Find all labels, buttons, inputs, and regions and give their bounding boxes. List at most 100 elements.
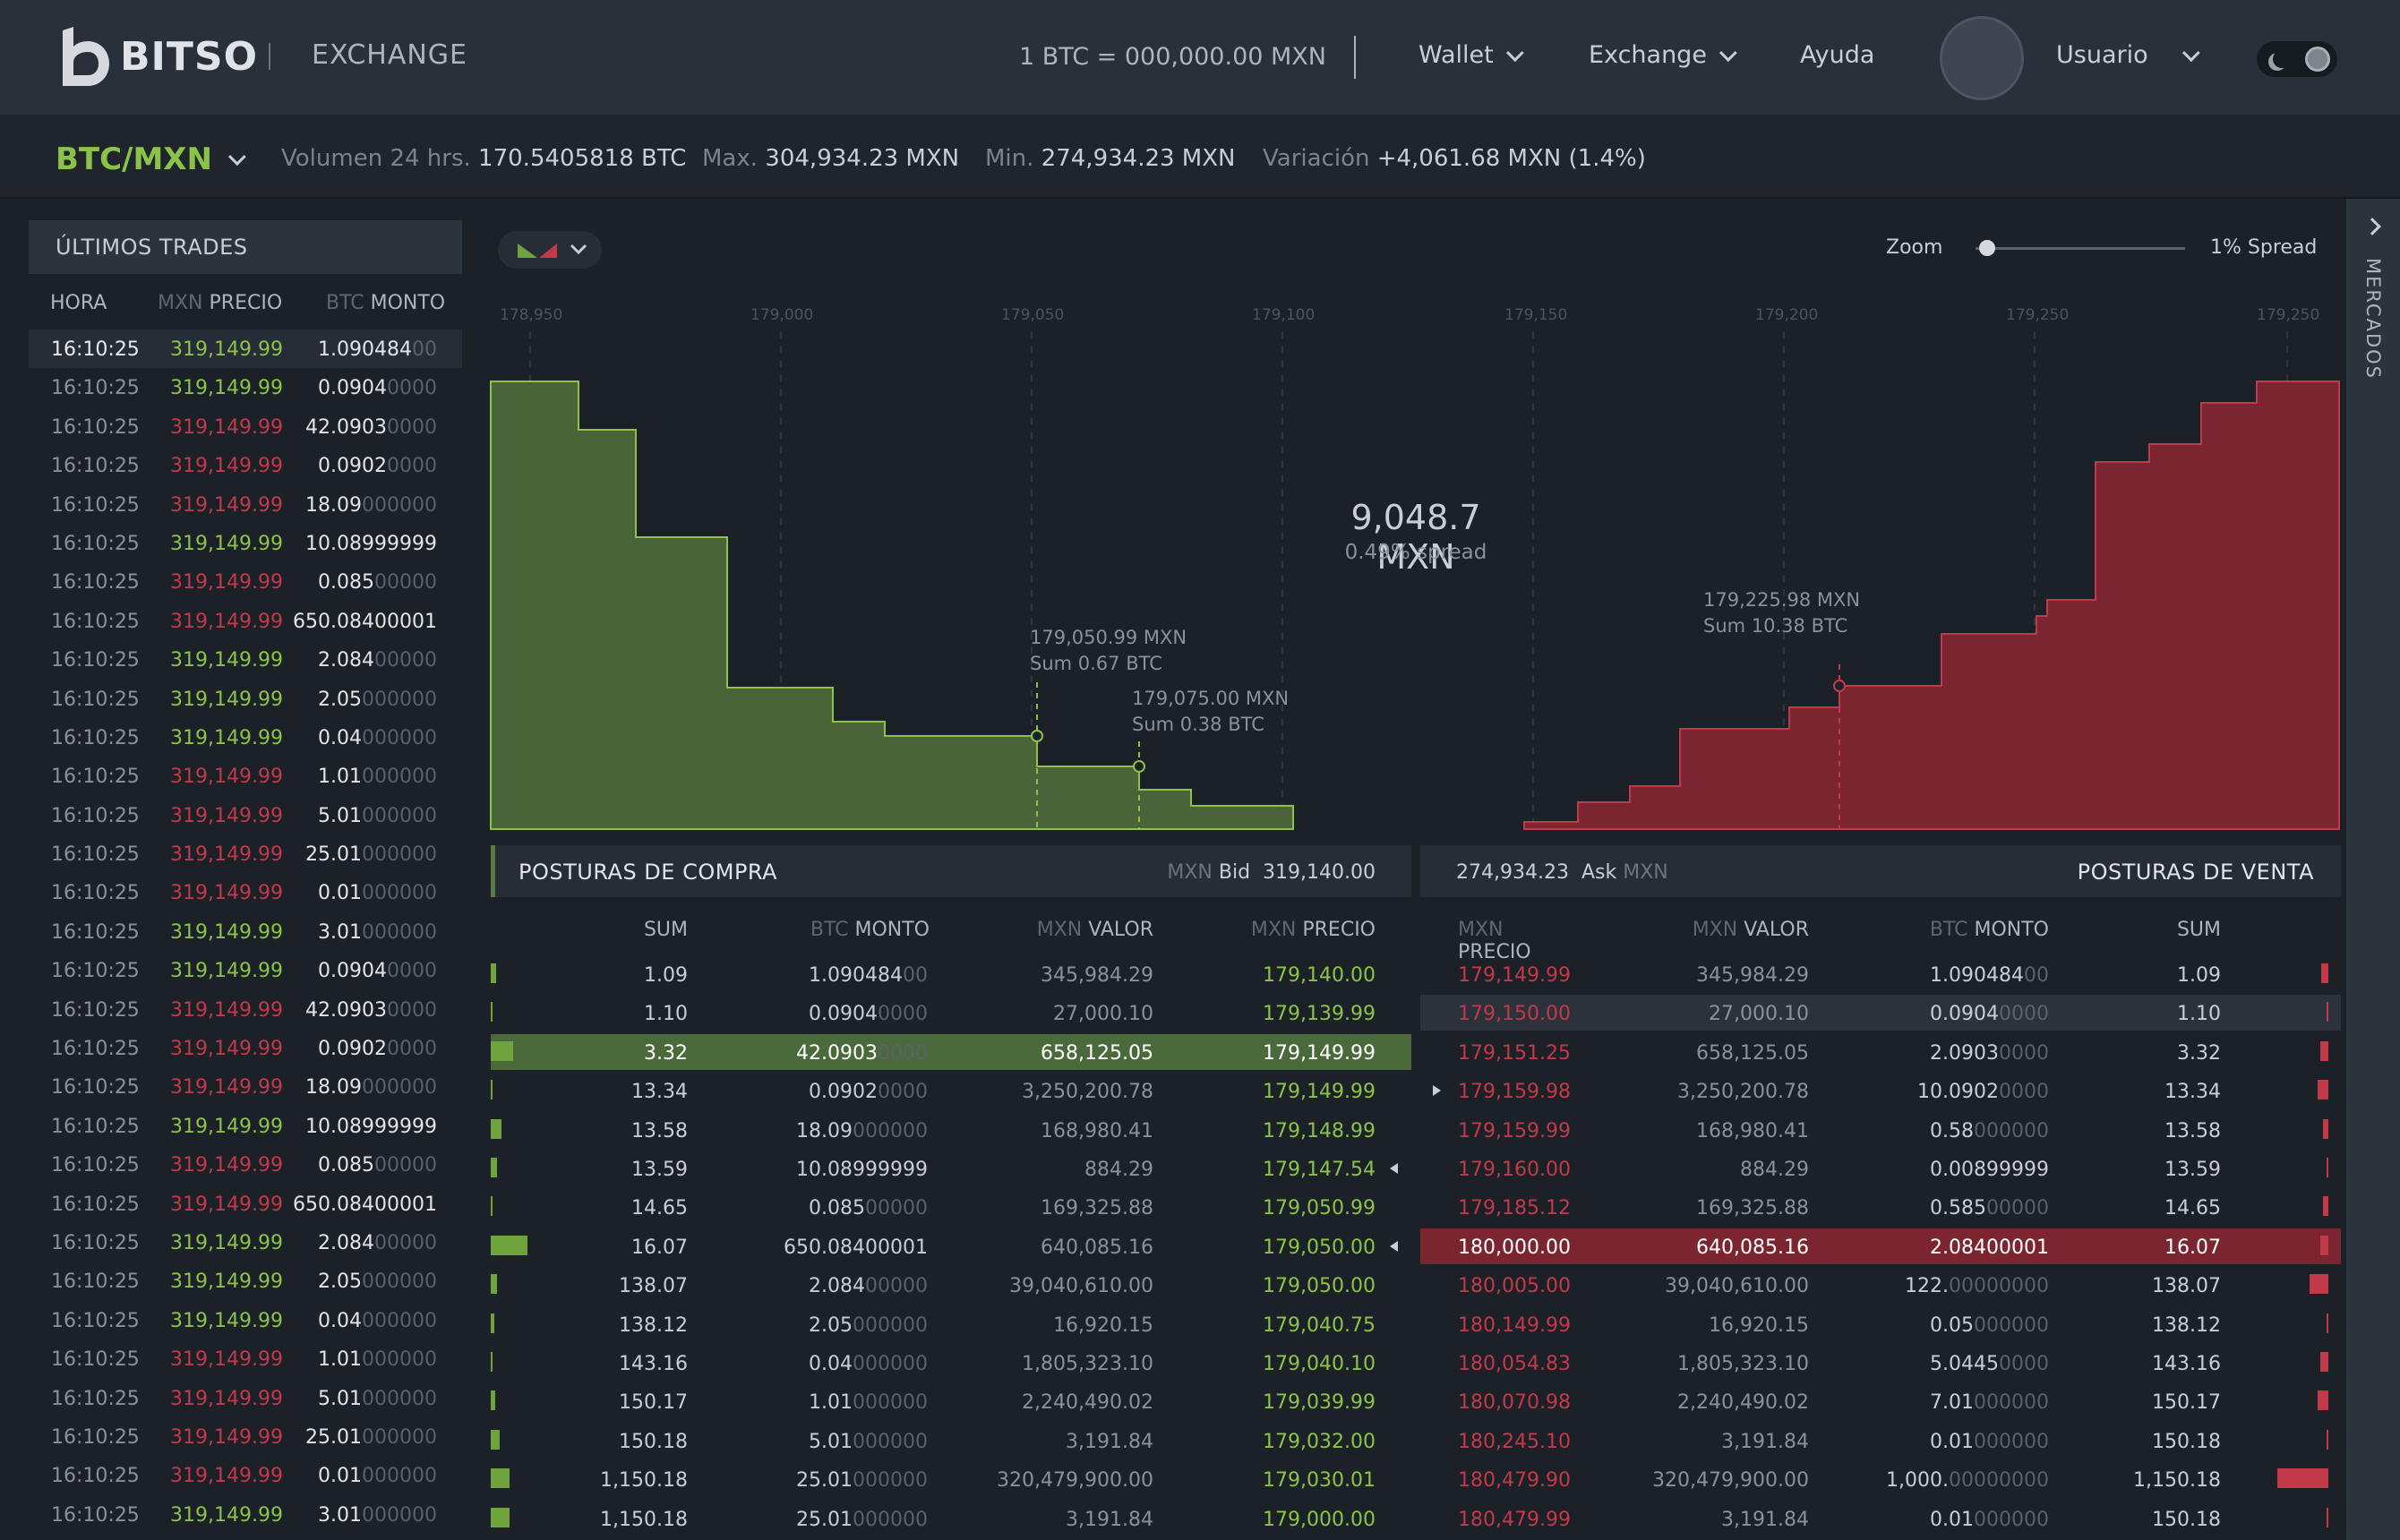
order-value: 884.29 bbox=[1084, 1159, 1153, 1181]
sell-order-row[interactable]: 179,159.99 168,980.41 0.58000000 13.58 bbox=[1420, 1112, 2341, 1148]
amount-digits: 0.0904 bbox=[318, 377, 387, 400]
trade-row[interactable]: 16:10:25 319,149.99 3.01000000 bbox=[29, 912, 462, 951]
trade-row[interactable]: 16:10:25 319,149.99 18.09000000 bbox=[29, 485, 462, 524]
sell-order-row[interactable]: 180,000.00 640,085.16 2.08400001 16.07 bbox=[1420, 1228, 2341, 1264]
trade-time: 16:10:25 bbox=[51, 338, 140, 361]
chart-type-toggle[interactable] bbox=[498, 231, 602, 269]
exchange-menu[interactable]: Exchange bbox=[1589, 41, 1737, 69]
trade-row[interactable]: 16:10:25 319,149.99 25.01000000 bbox=[29, 834, 462, 873]
buy-order-row[interactable]: 1.09 1.09048400 345,984.29 179,140.00 bbox=[491, 956, 1411, 992]
trade-row[interactable]: 16:10:25 319,149.99 1.01000000 bbox=[29, 1339, 462, 1378]
trade-time: 16:10:25 bbox=[51, 455, 140, 478]
user-menu[interactable]: Usuario bbox=[2056, 41, 2200, 69]
trade-row[interactable]: 16:10:25 319,149.99 0.08500000 bbox=[29, 562, 462, 601]
trade-row[interactable]: 16:10:25 319,149.99 10.08999999 bbox=[29, 1107, 462, 1145]
trade-row[interactable]: 16:10:25 319,149.99 2.08400000 bbox=[29, 1223, 462, 1262]
trade-time: 16:10:25 bbox=[51, 532, 140, 555]
sell-order-row[interactable]: 180,005.00 39,040,610.00 122.00000000 138.0… bbox=[1420, 1267, 2341, 1303]
sell-order-row[interactable]: 180,479.90 320,479,900.00 1,000.00000000 1,… bbox=[1420, 1461, 2341, 1497]
sell-order-row[interactable]: 180,245.10 3,191.84 0.01000000 150.18 bbox=[1420, 1423, 2341, 1459]
trade-row[interactable]: 16:10:25 319,149.99 25.01000000 bbox=[29, 1417, 462, 1456]
col-label: PRECIO bbox=[1302, 919, 1376, 941]
trade-row[interactable]: 16:10:25 319,149.99 2.08400000 bbox=[29, 640, 462, 679]
order-sum: 1.09 bbox=[644, 964, 688, 987]
trade-row[interactable]: 16:10:25 319,149.99 0.08500000 bbox=[29, 1145, 462, 1184]
buy-order-row[interactable]: 138.12 2.05000000 16,920.15 179,040.75 bbox=[491, 1306, 1411, 1342]
ask-marker-point bbox=[1833, 680, 1846, 692]
trade-row[interactable]: 16:10:25 319,149.99 42.09030000 bbox=[29, 407, 462, 446]
trade-time: 16:10:25 bbox=[51, 920, 140, 944]
trade-row[interactable]: 16:10:25 319,149.99 10.08999999 bbox=[29, 524, 462, 562]
sell-order-row[interactable]: 180,054.83 1,805,323.10 5.04450000 143.16 bbox=[1420, 1345, 2341, 1381]
bitso-logo[interactable]: BITSO bbox=[57, 27, 258, 86]
zoom-slider-handle[interactable] bbox=[1978, 240, 1995, 256]
sell-order-row[interactable]: 179,151.25 658,125.05 2.09030000 3.32 bbox=[1420, 1034, 2341, 1070]
trade-row[interactable]: 16:10:25 319,149.99 5.01000000 bbox=[29, 1379, 462, 1417]
avatar[interactable] bbox=[1940, 16, 2024, 100]
amount-zeros: 000000 bbox=[362, 1387, 437, 1410]
trade-row[interactable]: 16:10:25 319,149.99 0.09020000 bbox=[29, 446, 462, 484]
sell-order-row[interactable]: 179,160.00 884.29 0.00899999 13.59 bbox=[1420, 1151, 2341, 1186]
order-amount: 650.08400001 bbox=[784, 1236, 928, 1259]
order-value: 168,980.41 bbox=[1696, 1119, 1809, 1142]
help-link[interactable]: Ayuda bbox=[1800, 41, 1874, 69]
trade-row[interactable]: 16:10:25 319,149.99 1.09048400 bbox=[29, 329, 462, 369]
trade-row[interactable]: 16:10:25 319,149.99 2.05000000 bbox=[29, 680, 462, 718]
sell-order-row[interactable]: 180,149.99 16,920.15 0.05000000 138.12 bbox=[1420, 1306, 2341, 1342]
trade-row[interactable]: 16:10:25 319,149.99 2.05000000 bbox=[29, 1262, 462, 1300]
buy-order-row[interactable]: 13.58 18.09000000 168,980.41 179,148.99 bbox=[491, 1112, 1411, 1148]
buy-order-row[interactable]: 150.17 1.01000000 2,240,490.02 179,039.99 bbox=[491, 1383, 1411, 1419]
amount-zeros: 00 bbox=[2024, 964, 2049, 987]
trade-row[interactable]: 16:10:25 319,149.99 0.04000000 bbox=[29, 1301, 462, 1339]
trade-row[interactable]: 16:10:25 319,149.99 0.09020000 bbox=[29, 1029, 462, 1067]
buy-order-row[interactable]: 138.07 2.08400000 39,040,610.00 179,050.00 bbox=[491, 1267, 1411, 1303]
theme-toggle[interactable] bbox=[2257, 41, 2337, 77]
trade-price: 319,149.99 bbox=[170, 1038, 283, 1061]
trade-row[interactable]: 16:10:25 319,149.99 650.08400001 bbox=[29, 1185, 462, 1223]
trade-amount: 10.08999999 bbox=[305, 1116, 437, 1138]
trade-row[interactable]: 16:10:25 319,149.99 0.01000000 bbox=[29, 1456, 462, 1494]
trade-row[interactable]: 16:10:25 319,149.99 0.04000000 bbox=[29, 718, 462, 757]
buy-order-row[interactable]: 16.07 650.08400001 640,085.16 179,050.00 bbox=[491, 1228, 1411, 1264]
buy-order-row[interactable]: 13.34 0.09020000 3,250,200.78 179,149.99 bbox=[491, 1073, 1411, 1108]
trade-row[interactable]: 16:10:25 319,149.99 3.01000000 bbox=[29, 1495, 462, 1534]
sell-order-row[interactable]: 180,070.98 2,240,490.02 7.01000000 150.17 bbox=[1420, 1383, 2341, 1419]
order-amount: 7.01000000 bbox=[1930, 1391, 2049, 1414]
sell-order-row[interactable]: 179,150.00 27,000.10 0.09040000 1.10 bbox=[1420, 995, 2341, 1031]
trade-row[interactable]: 16:10:25 319,149.99 650.08400001 bbox=[29, 602, 462, 640]
pair-selector[interactable]: BTC/MXN bbox=[56, 141, 246, 177]
trade-amount: 0.09040000 bbox=[318, 960, 437, 982]
trade-row[interactable]: 16:10:25 319,149.99 1.01000000 bbox=[29, 757, 462, 795]
buy-order-row[interactable]: 14.65 0.08500000 169,325.88 179,050.99 bbox=[491, 1189, 1411, 1225]
markets-tab[interactable]: MERCADOS bbox=[2346, 199, 2400, 1540]
wallet-menu[interactable]: Wallet bbox=[1419, 41, 1524, 69]
sell-order-row[interactable]: 179,149.99 345,984.29 1.09048400 1.09 bbox=[1420, 956, 2341, 992]
trade-row[interactable]: 16:10:25 319,149.99 42.09030000 bbox=[29, 990, 462, 1029]
buy-order-row[interactable]: 13.59 10.08999999 884.29 179,147.54 bbox=[491, 1151, 1411, 1186]
currency-label: BTC bbox=[326, 292, 364, 314]
buy-order-row[interactable]: 3.32 42.09030000 658,125.05 179,149.99 bbox=[491, 1033, 1411, 1070]
trade-row[interactable]: 16:10:25 319,149.99 5.01000000 bbox=[29, 796, 462, 834]
trade-row[interactable]: 16:10:25 319,149.99 0.01000000 bbox=[29, 873, 462, 911]
amount-zeros: 000000 bbox=[362, 1503, 437, 1527]
buy-order-row[interactable]: 143.16 0.04000000 1,805,323.10 179,040.10 bbox=[491, 1345, 1411, 1381]
order-price: 179,159.99 bbox=[1458, 1119, 1571, 1142]
trade-price: 319,149.99 bbox=[170, 920, 283, 944]
sell-order-row[interactable]: 179,159.98 3,250,200.78 10.09020000 13.34 bbox=[1420, 1073, 2341, 1108]
trade-row[interactable]: 16:10:25 319,149.99 0.09040000 bbox=[29, 951, 462, 989]
buy-order-row[interactable]: 150.18 5.01000000 3,191.84 179,032.00 bbox=[491, 1423, 1411, 1459]
buy-order-row[interactable]: 1,150.18 25.01000000 3,191.84 179,000.00 bbox=[491, 1501, 1411, 1536]
order-amount: 0.09040000 bbox=[809, 1003, 928, 1025]
sell-order-row[interactable]: 180,479.99 3,191.84 0.01000000 150.18 bbox=[1420, 1501, 2341, 1536]
zoom-slider[interactable] bbox=[1976, 247, 2185, 250]
trade-row[interactable]: 16:10:25 319,149.99 18.09000000 bbox=[29, 1067, 462, 1106]
depth-bar bbox=[2322, 1118, 2328, 1139]
amount-digits: 7.01 bbox=[1930, 1391, 1975, 1415]
sell-order-row[interactable]: 179,185.12 169,325.88 0.58500000 14.65 bbox=[1420, 1189, 2341, 1225]
trade-row[interactable]: 16:10:25 319,149.99 0.09040000 bbox=[29, 368, 462, 406]
order-value: 3,191.84 bbox=[1721, 1430, 1809, 1453]
sell-book-header: 274,934.23 Ask MXN POSTURAS DE VENTA bbox=[1420, 845, 2341, 897]
buy-order-row[interactable]: 1,150.18 25.01000000 320,479,900.00 179,030… bbox=[491, 1461, 1411, 1497]
buy-order-row[interactable]: 1.10 0.09040000 27,000.10 179,139.99 bbox=[491, 995, 1411, 1031]
moon-icon bbox=[2273, 50, 2291, 68]
